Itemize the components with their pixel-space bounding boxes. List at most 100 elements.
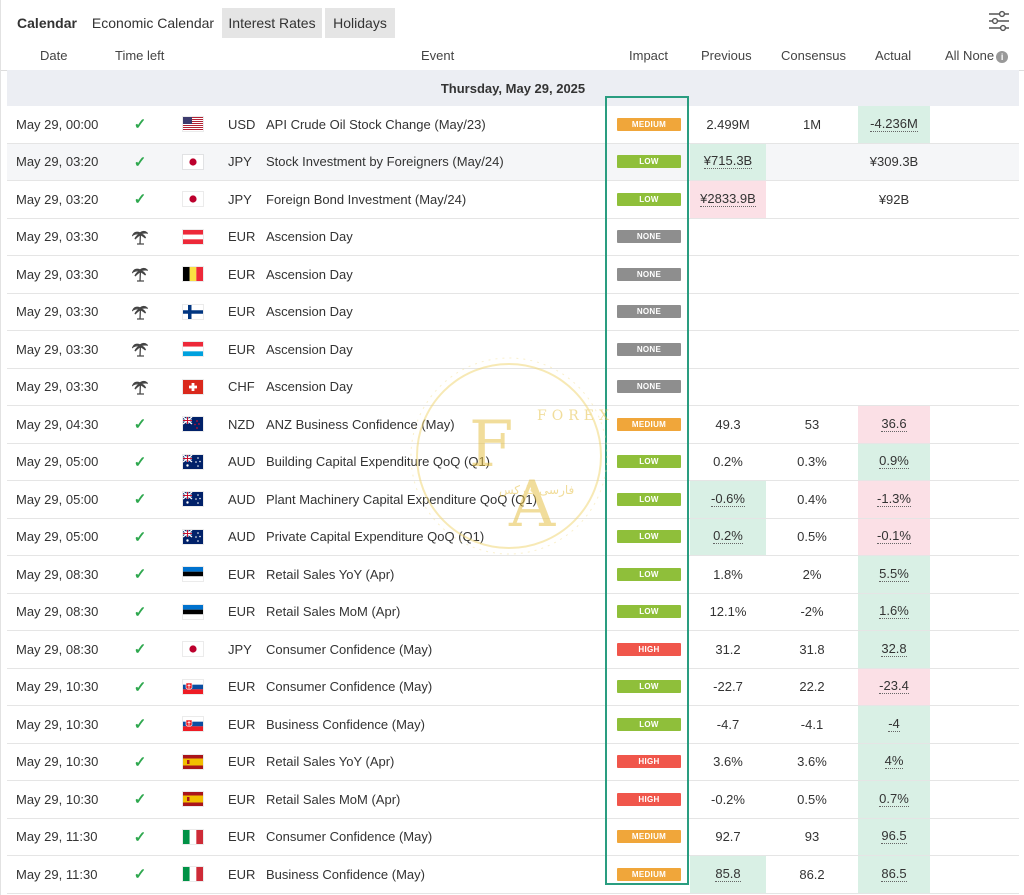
consensus-value: 1M	[802, 116, 822, 132]
event-row[interactable]: May 29, 03:20 ✓ JPY Foreign Bond Investment…	[7, 181, 1019, 219]
event-row[interactable]: May 29, 08:30 ✓ JPY Consumer Confidence (Ma…	[7, 631, 1019, 669]
event-name-link[interactable]: Consumer Confidence (May)	[266, 819, 432, 856]
currency-code: EUR	[228, 229, 256, 245]
released-check-icon: ✓	[133, 116, 147, 134]
previous-value: -0.2%	[711, 791, 745, 807]
released-check-icon: ✓	[133, 716, 147, 734]
all-none-toggle[interactable]: All None i	[945, 48, 1009, 63]
event-row[interactable]: May 29, 11:30 ✓ EUR Business Confidence (Ma…	[7, 856, 1019, 894]
event-row[interactable]: May 29, 03:30 EUR Ascension Day NONE	[7, 256, 1019, 294]
event-name-link[interactable]: Plant Machinery Capital Expenditure QoQ …	[266, 481, 537, 518]
impact-badge: MEDIUM	[617, 106, 681, 143]
event-row[interactable]: May 29, 10:30 ✓ EUR Consumer Confidence (Ma…	[7, 668, 1019, 706]
impact-badge: LOW	[617, 669, 681, 706]
col-event[interactable]: Event	[421, 48, 454, 63]
currency-code: EUR	[228, 679, 256, 695]
event-date: May 29, 03:30	[16, 266, 99, 282]
previous-value: -22.7	[713, 679, 743, 695]
col-actual[interactable]: Actual	[875, 48, 911, 63]
event-name-link[interactable]: Retail Sales YoY (Apr)	[266, 744, 394, 781]
actual-value	[858, 256, 930, 293]
currency-code: AUD	[228, 454, 256, 470]
consensus-value	[775, 144, 849, 181]
impact-badge-label: NONE	[617, 305, 681, 319]
impact-badge-label: MEDIUM	[617, 417, 681, 431]
impact-badge: LOW	[617, 144, 681, 181]
event-name-link[interactable]: Consumer Confidence (May)	[266, 631, 432, 668]
event-row[interactable]: May 29, 08:30 ✓ EUR Retail Sales MoM (Apr) L…	[7, 593, 1019, 631]
event-date: May 29, 03:30	[16, 379, 99, 395]
previous-value	[690, 219, 766, 256]
currency-code: CHF	[228, 379, 255, 395]
released-check-icon: ✓	[133, 416, 147, 434]
event-date: May 29, 11:30	[16, 829, 98, 845]
impact-badge: HIGH	[617, 744, 681, 781]
impact-badge: LOW	[617, 181, 681, 218]
actual-value	[858, 219, 930, 256]
event-row[interactable]: May 29, 03:30 EUR Ascension Day NONE	[7, 294, 1019, 331]
event-row[interactable]: May 29, 03:30 EUR Ascension Day NONE	[7, 219, 1019, 256]
event-row[interactable]: May 29, 05:00 ✓ AUD Building Capital Expend…	[7, 443, 1019, 481]
tab-interest-rates[interactable]: Interest Rates	[222, 8, 322, 38]
tab-calendar[interactable]: Calendar	[9, 8, 85, 38]
consensus-value: 2%	[802, 566, 822, 582]
country-flag-es-icon	[182, 744, 204, 781]
event-date: May 29, 08:30	[16, 641, 99, 657]
actual-value: 36.6	[858, 406, 930, 443]
event-row[interactable]: May 29, 04:30 ✓ NZD ANZ Business Confidence…	[7, 406, 1019, 444]
event-name-link[interactable]: Business Confidence (May)	[266, 706, 425, 743]
previous-value: 2.499M	[706, 116, 750, 132]
col-date[interactable]: Date	[40, 48, 67, 63]
event-name-link[interactable]: Retail Sales YoY (Apr)	[266, 556, 394, 593]
actual-value: 4%	[858, 743, 930, 780]
currency-code: EUR	[228, 791, 256, 807]
event-row[interactable]: May 29, 03:20 ✓ JPY Stock Investment by For…	[7, 143, 1019, 181]
previous-value: -4.7	[716, 716, 740, 732]
event-row[interactable]: May 29, 03:30 EUR Ascension Day NONE	[7, 331, 1019, 369]
event-row[interactable]: May 29, 03:30 CHF Ascension Day NONE	[7, 369, 1019, 406]
tab-holidays[interactable]: Holidays	[325, 8, 395, 38]
event-row[interactable]: May 29, 05:00 ✓ AUD Private Capital Expendi…	[7, 518, 1019, 556]
event-name-link[interactable]: Foreign Bond Investment (May/24)	[266, 181, 466, 218]
col-impact[interactable]: Impact	[629, 48, 668, 63]
col-previous[interactable]: Previous	[701, 48, 752, 63]
previous-value: 92.7	[715, 829, 741, 845]
event-name-link[interactable]: ANZ Business Confidence (May)	[266, 406, 455, 443]
event-name-link[interactable]: Stock Investment by Foreigners (May/24)	[266, 144, 504, 181]
event-name-link[interactable]: Retail Sales MoM (Apr)	[266, 781, 400, 818]
event-name-link[interactable]: Ascension Day	[266, 331, 353, 368]
consensus-value: 53	[804, 416, 820, 432]
event-row[interactable]: May 29, 00:00 ✓ USD API Crude Oil Stock Cha…	[7, 106, 1019, 144]
consensus-value: 0.4%	[797, 491, 827, 507]
event-row[interactable]: May 29, 10:30 ✓ EUR Retail Sales MoM (Apr) H…	[7, 781, 1019, 819]
tab-economic-calendar[interactable]: Economic Calendar	[87, 8, 219, 38]
event-name-link[interactable]: Business Confidence (May)	[266, 856, 425, 893]
event-row[interactable]: May 29, 10:30 ✓ EUR Retail Sales YoY (Apr) H…	[7, 743, 1019, 781]
released-check-icon: ✓	[133, 866, 147, 884]
event-name-link[interactable]: API Crude Oil Stock Change (May/23)	[266, 106, 486, 143]
info-icon[interactable]: i	[996, 50, 1009, 63]
event-name-link[interactable]: Ascension Day	[266, 219, 353, 256]
currency-code: EUR	[228, 866, 256, 882]
currency-code: USD	[228, 116, 256, 132]
impact-badge-label: NONE	[617, 267, 681, 281]
col-consensus[interactable]: Consensus	[781, 48, 846, 63]
event-name-link[interactable]: Private Capital Expenditure QoQ (Q1)	[266, 519, 484, 556]
event-name-link[interactable]: Building Capital Expenditure QoQ (Q1)	[266, 444, 490, 481]
event-name-link[interactable]: Ascension Day	[266, 369, 353, 406]
actual-value: 96.5	[858, 818, 930, 855]
event-name-link[interactable]: Ascension Day	[266, 294, 353, 331]
event-date: May 29, 05:00	[16, 491, 99, 507]
event-name-link[interactable]: Ascension Day	[266, 256, 353, 293]
event-name-link[interactable]: Consumer Confidence (May)	[266, 669, 432, 706]
event-row[interactable]: May 29, 11:30 ✓ EUR Consumer Confidence (Ma…	[7, 818, 1019, 856]
impact-badge: LOW	[617, 706, 681, 743]
impact-badge: LOW	[617, 594, 681, 631]
event-row[interactable]: May 29, 10:30 ✓ EUR Business Confidence (Ma…	[7, 706, 1019, 744]
col-time-left[interactable]: Time left	[115, 48, 164, 63]
event-row[interactable]: May 29, 05:00 ✓ AUD Plant Machinery Capital…	[7, 481, 1019, 519]
filter-settings-icon[interactable]	[987, 10, 1011, 32]
impact-badge-label: HIGH	[617, 792, 681, 806]
event-name-link[interactable]: Retail Sales MoM (Apr)	[266, 594, 400, 631]
event-row[interactable]: May 29, 08:30 ✓ EUR Retail Sales YoY (Apr) L…	[7, 556, 1019, 594]
